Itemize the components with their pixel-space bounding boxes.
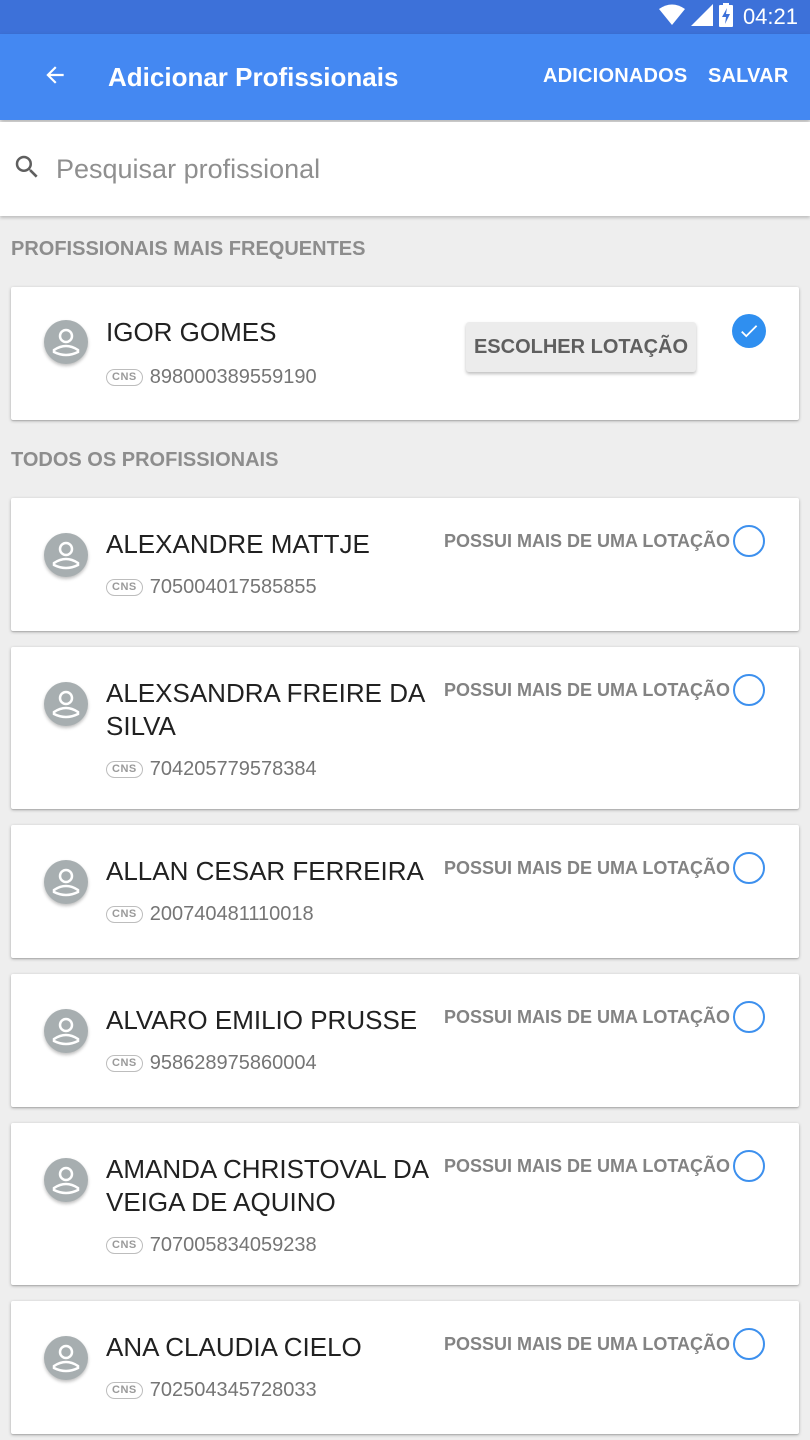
cns-number: 898000389559190 [149,366,317,388]
select-radio[interactable] [733,852,765,884]
cns-row: CNS 702504345728033 [106,1379,317,1402]
select-radio[interactable] [733,1328,765,1360]
select-radio[interactable] [733,674,765,706]
signal-icon [690,3,713,31]
list-item[interactable]: AMANDA CHRISTOVAL DA VEIGA DE AQUINO CNS 7… [11,1123,799,1285]
list-item[interactable]: ALVARO EMILIO PRUSSE CNS 958628975860004 PO… [11,974,799,1107]
multiple-lotacao-label: POSSUI MAIS DE UMA LOTAÇÃO [444,531,731,551]
search-icon [12,152,44,184]
avatar [44,1009,88,1053]
cns-badge: CNS [106,1382,143,1399]
professional-name: AMANDA CHRISTOVAL DA VEIGA DE AQUINO [106,1154,428,1217]
multiple-lotacao-label: POSSUI MAIS DE UMA LOTAÇÃO [444,1334,731,1354]
list-item-frequent[interactable]: IGOR GOMES CNS 898000389559190 ESCOLHER … [11,287,799,420]
list-item[interactable]: ALLAN CESAR FERREIRA CNS 200740481110018 PO… [11,825,799,958]
cns-badge: CNS [106,761,143,778]
person-icon [52,690,80,719]
wifi-icon [658,4,685,31]
search-input[interactable] [56,148,756,190]
multiple-lotacao-label: POSSUI MAIS DE UMA LOTAÇÃO [444,680,731,700]
choose-lotacao-button[interactable]: ESCOLHER LOTAÇÃO [466,322,696,372]
cns-badge: CNS [106,906,143,923]
professional-name: ALEXANDRE MATTJE [106,529,370,559]
person-icon [52,868,80,897]
cns-number: 200740481110018 [149,903,314,925]
select-radio[interactable] [733,1001,765,1033]
cns-row: CNS 958628975860004 [106,1052,317,1075]
professional-name: ALLAN CESAR FERREIRA [106,856,424,886]
cns-row: CNS 705004017585855 [106,576,317,599]
multiple-lotacao-label: POSSUI MAIS DE UMA LOTAÇÃO [444,1007,731,1027]
cns-number: 958628975860004 [149,1052,317,1074]
list-item[interactable]: ALEXSANDRA FREIRE DA SILVA CNS 70420577957… [11,647,799,809]
multiple-lotacao-label: POSSUI MAIS DE UMA LOTAÇÃO [444,858,731,878]
cns-badge: CNS [106,1237,143,1254]
section-header-all: TODOS OS PROFISSIONAIS [11,449,279,471]
avatar [44,860,88,904]
cns-row: CNS 707005834059238 [106,1234,317,1257]
cns-number: 705004017585855 [149,576,317,598]
person-icon [52,328,80,357]
cns-row: CNS 898000389559190 [106,366,317,389]
cns-number: 702504345728033 [149,1379,317,1401]
status-time: 04:21 [742,4,798,29]
avatar [44,682,88,726]
search-bar [0,122,810,216]
cns-number: 704205779578384 [149,758,317,780]
check-icon [741,325,758,338]
list-item[interactable]: ANA CLAUDIA CIELO CNS 702504345728033 POSSU… [11,1301,799,1434]
app-bar: Adicionar Profissionais ADICIONADOS SALV… [0,34,810,120]
status-icons: 04:21 [658,2,798,32]
person-icon [52,541,80,570]
avatar [44,1158,88,1202]
status-bar: 04:21 [0,0,810,34]
multiple-lotacao-label: POSSUI MAIS DE UMA LOTAÇÃO [444,1156,731,1176]
cns-badge: CNS [106,369,143,386]
cns-badge: CNS [106,579,143,596]
person-icon [52,1344,80,1373]
checkbox-checked[interactable] [732,314,766,348]
section-header-frequent: PROFISSIONAIS MAIS FREQUENTES [11,238,366,260]
avatar [44,320,88,364]
save-button[interactable]: SALVAR [708,65,788,88]
avatar [44,1336,88,1380]
cns-badge: CNS [106,1055,143,1072]
professional-name: IGOR GOMES [106,317,277,347]
cns-row: CNS 704205779578384 [106,758,317,781]
person-icon [52,1017,80,1046]
person-icon [52,1166,80,1195]
arrow-back-icon [42,62,68,93]
page-title: Adicionar Profissionais [108,62,399,92]
back-button[interactable] [30,52,80,102]
avatar [44,533,88,577]
cns-row: CNS 200740481110018 [106,903,314,926]
added-button[interactable]: ADICIONADOS [543,65,687,88]
professional-name: ALVARO EMILIO PRUSSE [106,1005,418,1035]
professional-name: ALEXSANDRA FREIRE DA SILVA [106,678,424,741]
battery-charging-icon [718,2,733,32]
select-radio[interactable] [733,525,765,557]
list-item[interactable]: ALEXANDRE MATTJE CNS 705004017585855 POSSUI… [11,498,799,631]
select-radio[interactable] [733,1150,765,1182]
cns-number: 707005834059238 [149,1234,317,1256]
professional-name: ANA CLAUDIA CIELO [106,1332,362,1362]
